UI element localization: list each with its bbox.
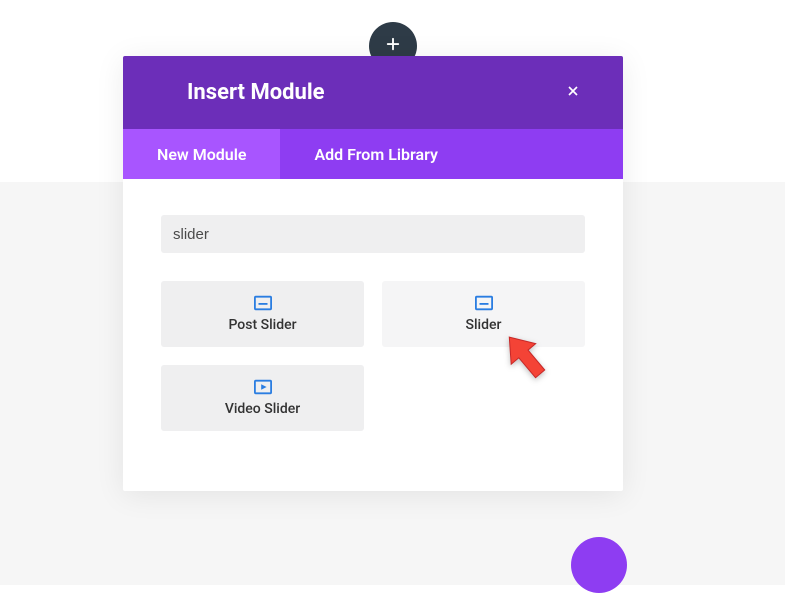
tab-label: Add From Library	[314, 145, 437, 164]
module-label: Video Slider	[225, 401, 300, 417]
close-icon	[565, 83, 581, 103]
close-button[interactable]	[563, 83, 583, 103]
tab-label: New Module	[157, 145, 246, 164]
tab-new-module[interactable]: New Module	[123, 129, 280, 179]
search-input[interactable]	[161, 215, 585, 253]
tab-add-from-library[interactable]: Add From Library	[280, 129, 471, 179]
modal-body: Post Slider Slider Vid	[123, 179, 623, 491]
module-label: Post Slider	[228, 317, 296, 333]
modal-header: Insert Module	[123, 56, 623, 129]
modal-title: Insert Module	[187, 80, 325, 105]
modules-grid: Post Slider Slider Vid	[161, 281, 585, 431]
plus-icon	[384, 35, 402, 57]
module-label: Slider	[466, 317, 502, 333]
insert-module-modal: Insert Module New Module Add From Librar…	[123, 56, 623, 491]
module-card-slider[interactable]: Slider	[382, 281, 585, 347]
modal-tabs: New Module Add From Library	[123, 129, 623, 179]
post-slider-icon	[254, 295, 272, 311]
module-card-video-slider[interactable]: Video Slider	[161, 365, 364, 431]
video-slider-icon	[254, 379, 272, 395]
module-card-post-slider[interactable]: Post Slider	[161, 281, 364, 347]
slider-icon	[475, 295, 493, 311]
